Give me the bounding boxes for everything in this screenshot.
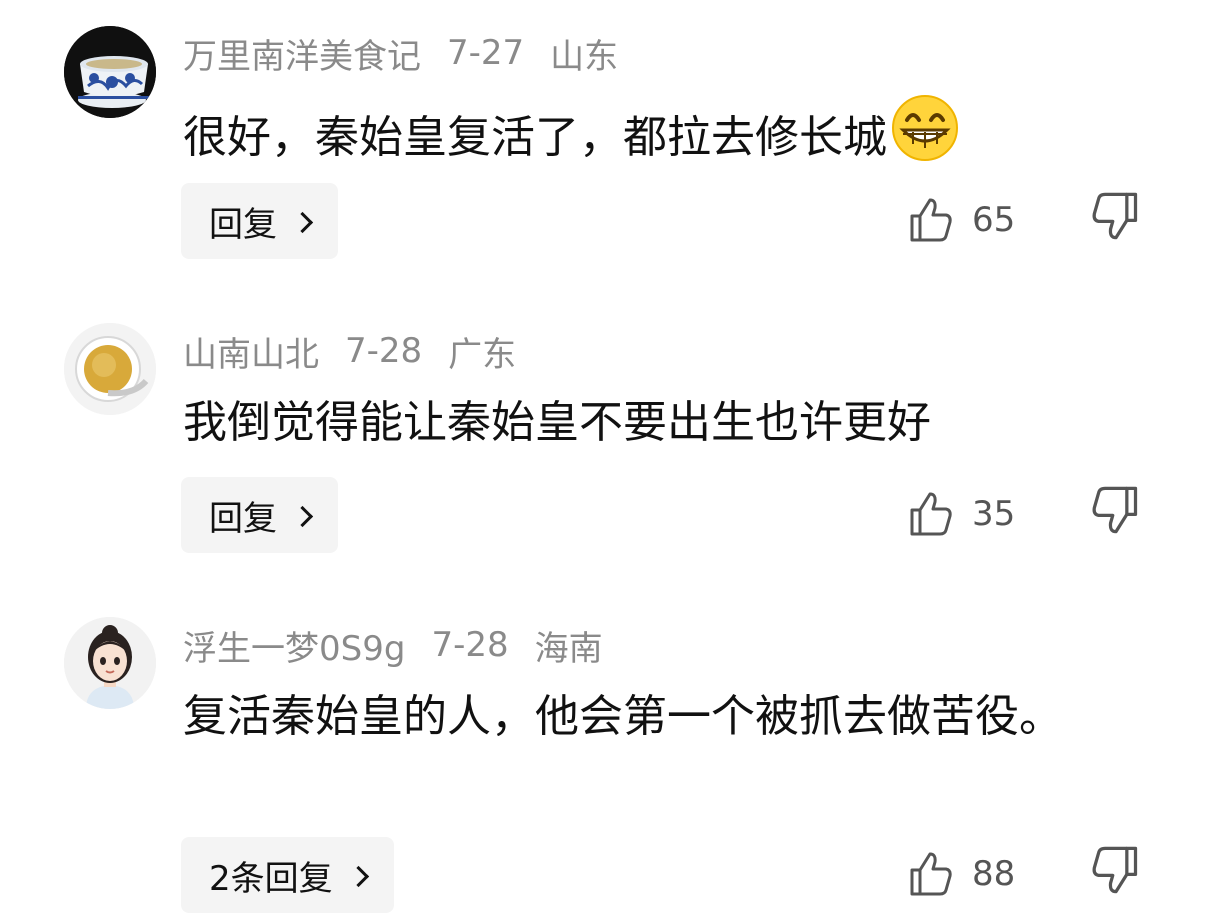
comment-text: 我倒觉得能让秦始皇不要出生也许更好 <box>183 392 1143 454</box>
grinning-face-emoji-icon <box>892 95 958 161</box>
comment-meta: 万里南洋美食记 7-27 山东 <box>183 33 644 77</box>
tea-cup-avatar-image <box>64 323 156 415</box>
replies-button[interactable]: 2条回复 <box>181 837 394 913</box>
dislike-button[interactable] <box>1090 484 1142 544</box>
comment-text: 复活秦始皇的人，他会第一个被抓去做苦役。 <box>183 686 1123 748</box>
reply-label: 回复 <box>209 498 277 539</box>
reply-label: 2条回复 <box>209 858 333 899</box>
comment-text: 很好，秦始皇复活了，都拉去修长城 <box>183 94 1143 169</box>
cartoon-girl-avatar-image <box>64 617 156 709</box>
avatar[interactable] <box>64 323 156 415</box>
reply-button[interactable]: 回复 <box>181 183 338 259</box>
comment-date: 7-28 <box>345 331 423 371</box>
comment-meta: 浮生一梦0S9g 7-28 海南 <box>183 625 629 669</box>
chevron-right-icon <box>291 211 314 233</box>
comment-location: 海南 <box>534 628 603 669</box>
thumbs-up-icon <box>910 198 952 242</box>
username[interactable]: 浮生一梦0S9g <box>183 621 405 670</box>
comment-text-content: 复活秦始皇的人，他会第一个被抓去做苦役。 <box>183 691 1063 742</box>
comment-date: 7-27 <box>447 33 525 73</box>
like-button[interactable]: 35 <box>906 484 1015 544</box>
dislike-button[interactable] <box>1090 844 1142 904</box>
thumbs-down-icon <box>1092 486 1138 534</box>
username[interactable]: 山南山北 <box>183 327 319 376</box>
dislike-button[interactable] <box>1090 190 1142 250</box>
thumbs-down-icon <box>1092 846 1138 894</box>
avatar[interactable] <box>64 26 156 118</box>
thumbs-down-icon <box>1092 192 1138 240</box>
like-button[interactable]: 65 <box>906 190 1015 250</box>
like-count: 65 <box>972 200 1016 240</box>
chevron-right-icon <box>291 505 314 527</box>
comment-text-content: 我倒觉得能让秦始皇不要出生也许更好 <box>183 397 931 448</box>
like-count: 35 <box>972 494 1016 534</box>
comment-meta: 山南山北 7-28 广东 <box>183 331 542 375</box>
like-button[interactable]: 88 <box>906 844 1015 904</box>
comment-text-content: 很好，秦始皇复活了，都拉去修长城 <box>183 112 887 163</box>
comment-location: 广东 <box>448 334 517 375</box>
teacup-avatar-image <box>64 26 156 118</box>
avatar[interactable] <box>64 617 156 709</box>
like-count: 88 <box>972 854 1016 894</box>
thumbs-up-icon <box>910 852 952 896</box>
username[interactable]: 万里南洋美食记 <box>183 29 421 78</box>
chevron-right-icon <box>347 865 369 887</box>
reply-button[interactable]: 回复 <box>181 477 338 553</box>
comment-location: 山东 <box>550 36 619 77</box>
thumbs-up-icon <box>910 492 952 536</box>
comment-date: 7-28 <box>431 625 509 665</box>
reply-label: 回复 <box>209 204 277 245</box>
